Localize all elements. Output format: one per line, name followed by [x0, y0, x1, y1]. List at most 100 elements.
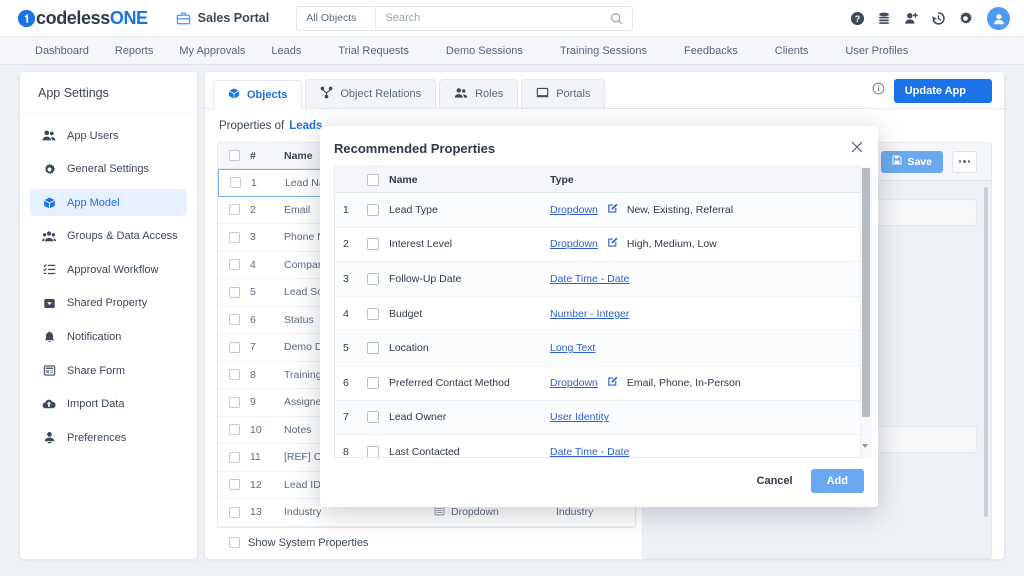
nav-label: Clients — [774, 44, 809, 57]
modal-table-row[interactable]: 4 Budget Number - Integer — [335, 297, 862, 332]
sidebar-item-preferences[interactable]: Preferences — [30, 424, 187, 451]
modal-row-type: Number - Integer — [550, 308, 862, 320]
modal-table-row[interactable]: 3 Follow-Up Date Date Time - Date — [335, 262, 862, 297]
modal-col-type: Type — [550, 173, 574, 186]
modal-table-row[interactable]: 6 Preferred Contact Method Dropdown Emai… — [335, 366, 862, 401]
tab-objects[interactable]: Objects — [213, 80, 303, 109]
row-checkbox[interactable] — [218, 204, 250, 216]
show-system-properties-checkbox[interactable] — [229, 537, 240, 548]
type-link[interactable]: Dropdown — [550, 238, 598, 250]
modal-scrollbar-thumb[interactable] — [862, 168, 870, 417]
gear-icon[interactable] — [957, 11, 973, 27]
nav-item-training-sessions[interactable]: Training Sessions — [547, 37, 671, 64]
tab-portals[interactable]: Portals — [521, 79, 606, 108]
type-link[interactable]: Long Text — [550, 342, 595, 354]
scroll-down-icon[interactable] — [862, 444, 869, 465]
history-icon[interactable] — [930, 11, 946, 27]
modal-table-row[interactable]: 8 Last Contacted Date Time - Date — [335, 435, 862, 457]
modal-row-checkbox[interactable] — [357, 342, 389, 355]
edit-icon[interactable] — [607, 376, 618, 390]
sidebar-item-general-settings[interactable]: General Settings — [30, 156, 187, 183]
row-checkbox[interactable] — [218, 479, 250, 491]
cancel-button[interactable]: Cancel — [753, 475, 797, 487]
type-link[interactable]: Number - Integer — [550, 308, 629, 320]
row-checkbox[interactable] — [218, 396, 250, 408]
row-checkbox[interactable] — [218, 451, 250, 463]
sidebar-item-share-form[interactable]: Share Form — [30, 357, 187, 384]
select-all-checkbox[interactable] — [218, 150, 250, 161]
row-checkbox[interactable] — [218, 341, 250, 353]
modal-row-checkbox[interactable] — [357, 376, 389, 389]
type-options: New, Existing, Referral — [626, 203, 734, 216]
dot-icon — [958, 160, 962, 163]
sidebar-item-app-users[interactable]: App Users — [30, 122, 187, 149]
nav-item-feedbacks[interactable]: Feedbacks — [671, 37, 762, 64]
save-button[interactable]: Save — [881, 150, 943, 173]
row-checkbox[interactable] — [218, 369, 250, 381]
type-link[interactable]: Date Time - Date — [550, 446, 629, 457]
modal-row-checkbox[interactable] — [357, 238, 389, 251]
nav-item-reports[interactable]: Reports — [102, 37, 167, 64]
roles-icon — [454, 87, 468, 102]
modal-table-row[interactable]: 5 Location Long Text — [335, 331, 862, 366]
nav-item-dashboard[interactable]: Dashboard — [22, 37, 102, 64]
info-icon[interactable] — [872, 82, 885, 100]
more-options-button[interactable] — [952, 150, 977, 173]
edit-icon[interactable] — [607, 203, 618, 217]
modal-select-all-checkbox[interactable] — [357, 173, 389, 186]
close-icon[interactable] — [850, 140, 864, 154]
search-icon[interactable] — [610, 12, 623, 25]
row-checkbox[interactable] — [218, 424, 250, 436]
row-checkbox[interactable] — [218, 231, 250, 243]
help-icon[interactable]: ? — [849, 11, 865, 27]
database-icon[interactable] — [876, 11, 892, 27]
nav-item-my-approvals[interactable]: My Approvals — [166, 37, 258, 64]
nav-item-trial-requests[interactable]: Trial Requests — [325, 37, 433, 64]
sidebar-item-import-data[interactable]: Import Data — [30, 391, 187, 418]
modal-row-checkbox[interactable] — [357, 203, 389, 216]
add-user-icon[interactable] — [903, 11, 919, 27]
sidebar-item-label: Approval Workflow — [67, 263, 159, 276]
modal-row-checkbox[interactable] — [357, 272, 389, 285]
modal-table-row[interactable]: 7 Lead Owner User Identity — [335, 400, 862, 436]
row-checkbox[interactable] — [218, 506, 250, 518]
nav-item-demo-sessions[interactable]: Demo Sessions — [433, 37, 547, 64]
brand-logo[interactable]: codelessONE — [18, 8, 148, 29]
search-input[interactable] — [376, 12, 611, 24]
nav-item-clients[interactable]: Clients — [762, 37, 833, 64]
sidebar-item-approval-workflow[interactable]: Approval Workflow — [30, 256, 187, 283]
sidebar-item-notification[interactable]: Notification — [30, 324, 187, 351]
nav-label: Leads — [271, 44, 302, 57]
update-app-button[interactable]: Update App — [893, 79, 992, 103]
row-checkbox[interactable] — [218, 286, 250, 298]
avatar[interactable] — [987, 7, 1010, 30]
tab-object-relations[interactable]: Object Relations — [305, 79, 437, 108]
modal-row-checkbox[interactable] — [357, 445, 389, 457]
properties-object-name[interactable]: Leads — [289, 120, 322, 132]
object-filter-dropdown[interactable]: All Objects — [297, 6, 377, 30]
nav-item-leads[interactable]: Leads — [258, 37, 325, 64]
tab-roles[interactable]: Roles — [439, 79, 519, 108]
nav-item-user-profiles[interactable]: User Profiles — [832, 37, 932, 64]
main-nav: Dashboard Reports My Approvals Leads Tri… — [0, 37, 1024, 65]
row-checkbox[interactable] — [218, 259, 250, 271]
portal-switcher[interactable]: Sales Portal — [176, 11, 269, 26]
add-button[interactable]: Add — [810, 469, 864, 493]
modal-table-row[interactable]: 1 Lead Type Dropdown New, Existing, Refe… — [335, 193, 862, 228]
show-system-properties-row[interactable]: Show System Properties — [217, 528, 636, 558]
row-checkbox[interactable] — [219, 177, 251, 189]
type-link[interactable]: Date Time - Date — [550, 273, 629, 285]
object-tabs: Objects Object Relations Roles Portals U… — [205, 72, 1004, 109]
type-link[interactable]: Dropdown — [550, 377, 598, 389]
sidebar-item-groups-data-access[interactable]: Groups & Data Access — [30, 223, 187, 250]
detail-panel-scrollbar[interactable] — [984, 187, 988, 517]
modal-row-checkbox[interactable] — [357, 411, 389, 424]
type-link[interactable]: Dropdown — [550, 204, 598, 216]
edit-icon[interactable] — [607, 237, 618, 251]
sidebar-item-app-model[interactable]: App Model — [30, 189, 187, 217]
modal-row-checkbox[interactable] — [357, 307, 389, 320]
type-link[interactable]: User Identity — [550, 411, 609, 423]
row-checkbox[interactable] — [218, 314, 250, 326]
modal-table-row[interactable]: 2 Interest Level Dropdown High, Medium, … — [335, 228, 862, 263]
sidebar-item-shared-property[interactable]: Shared Property — [30, 290, 187, 317]
